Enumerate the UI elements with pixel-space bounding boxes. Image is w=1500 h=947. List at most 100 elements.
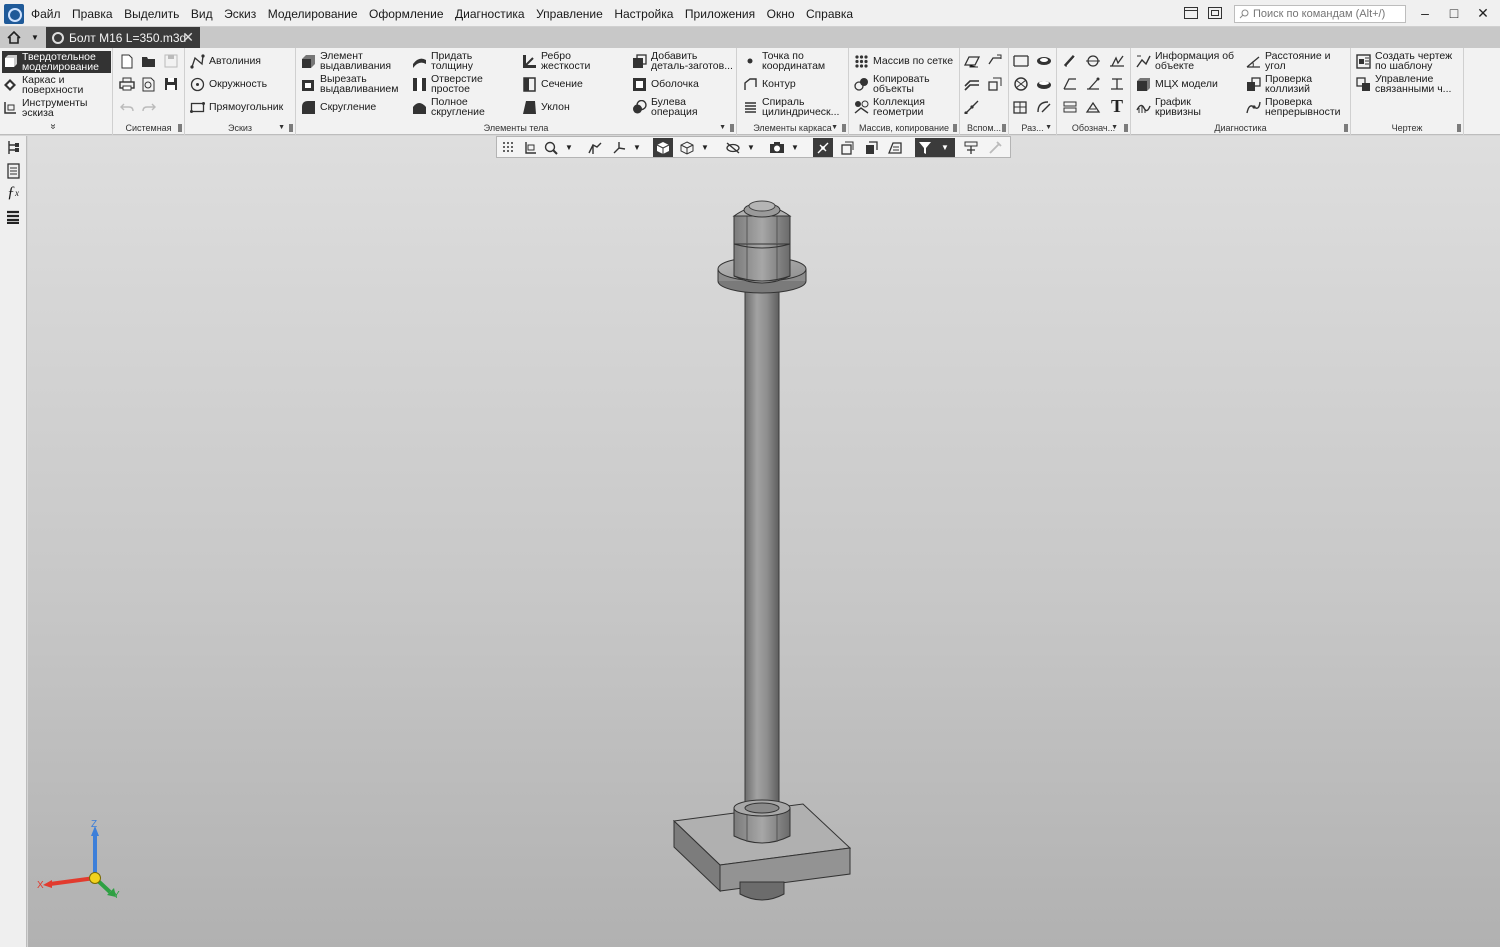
- maximize-button[interactable]: □: [1443, 4, 1465, 22]
- group-label-frame[interactable]: Элементы каркаса ▼: [737, 122, 848, 134]
- save-disabled-icon[interactable]: [162, 52, 180, 70]
- copy-objects-button[interactable]: Копировать объекты: [853, 73, 930, 95]
- top-nut-lower[interactable]: [733, 243, 791, 284]
- tab-list-dropdown[interactable]: ▼: [28, 29, 42, 46]
- weld-mark-icon[interactable]: [1084, 98, 1102, 116]
- menu-window[interactable]: Окно: [767, 7, 795, 21]
- variables-fx-icon[interactable]: ƒx: [4, 184, 22, 202]
- auto-size-icon[interactable]: [1012, 98, 1030, 116]
- linear-size-icon[interactable]: [1012, 52, 1030, 70]
- preview-icon[interactable]: [140, 75, 158, 93]
- print-icon[interactable]: [118, 75, 136, 93]
- mode-solid-modeling[interactable]: Твердотельное моделирование: [2, 51, 111, 73]
- menu-help[interactable]: Справка: [806, 7, 853, 21]
- text-tool-icon[interactable]: T: [1108, 96, 1126, 116]
- axis-line-icon[interactable]: [1084, 52, 1102, 70]
- cut-extrude-button[interactable]: Вырезать выдавливанием: [300, 73, 398, 95]
- group-label-notation[interactable]: Обознач... ▼: [1057, 122, 1130, 134]
- model-tree-icon[interactable]: [4, 139, 22, 157]
- close-button[interactable]: ✕: [1472, 4, 1494, 22]
- position-mark-icon[interactable]: [1084, 75, 1102, 93]
- roughness-icon[interactable]: [1108, 52, 1126, 70]
- collision-check-button[interactable]: Проверка коллизий: [1245, 73, 1312, 95]
- 3d-viewport[interactable]: ▼ ▼ ▼ ▼ ▼ ▼ Z X Y: [28, 136, 1500, 947]
- continuity-check-button[interactable]: Проверка непрерывности: [1245, 96, 1341, 118]
- arc-size-icon[interactable]: [1035, 98, 1053, 116]
- aux-cs-icon[interactable]: [986, 75, 1004, 93]
- menu-design[interactable]: Оформление: [369, 7, 443, 21]
- create-drawing-button[interactable]: Создать чертеж по шаблону: [1355, 50, 1452, 72]
- menu-sketch[interactable]: Эскиз: [224, 7, 256, 21]
- properties-icon[interactable]: [4, 162, 22, 180]
- fillet-button[interactable]: Скругление: [300, 96, 376, 118]
- contour-button[interactable]: Контур: [742, 73, 796, 95]
- menu-diagnostics[interactable]: Диагностика: [455, 7, 525, 21]
- angular-size-icon[interactable]: [1035, 75, 1053, 93]
- layout-window-icon[interactable]: [1180, 4, 1202, 22]
- grid-array-button[interactable]: Массив по сетке: [853, 50, 953, 72]
- new-file-icon[interactable]: [118, 52, 136, 70]
- rib-button[interactable]: Ребро жесткости: [521, 50, 590, 72]
- boolean-button[interactable]: Булева операция: [631, 96, 698, 118]
- menu-view[interactable]: Вид: [191, 7, 213, 21]
- command-search-input[interactable]: [1253, 8, 1403, 20]
- add-blank-part-button[interactable]: Добавить деталь-заготов...: [631, 50, 733, 72]
- leader-line-icon[interactable]: [1061, 75, 1079, 93]
- menu-edit[interactable]: Правка: [72, 7, 113, 21]
- screenshot-window-icon[interactable]: [1204, 4, 1226, 22]
- save-icon[interactable]: [162, 75, 180, 93]
- linked-drawings-button[interactable]: Управление связанными ч...: [1355, 73, 1451, 95]
- aux-plane-icon[interactable]: [963, 52, 981, 70]
- threaded-rod[interactable]: [744, 285, 780, 812]
- home-button[interactable]: [3, 29, 25, 46]
- under-plate-nut[interactable]: [739, 881, 785, 901]
- bolt-tip-top[interactable]: [743, 200, 781, 218]
- menu-management[interactable]: Управление: [536, 7, 603, 21]
- bolt-model[interactable]: Z X Y: [28, 136, 1500, 947]
- group-label-sizes[interactable]: Раз... ▼: [1009, 122, 1056, 134]
- thicken-button[interactable]: Придать толщину: [411, 50, 473, 72]
- menu-modeling[interactable]: Моделирование: [268, 7, 358, 21]
- object-info-button[interactable]: Информация об объекте: [1135, 50, 1234, 72]
- tolerance-icon[interactable]: [1061, 98, 1079, 116]
- mass-properties-button[interactable]: МЦХ модели: [1135, 73, 1218, 95]
- menu-settings[interactable]: Настройка: [614, 7, 673, 21]
- command-search[interactable]: [1234, 5, 1406, 23]
- section-button[interactable]: Сечение: [521, 73, 583, 95]
- mode-sketch-tools[interactable]: Инструменты эскиза: [2, 97, 111, 119]
- group-label-sketch[interactable]: Эскиз ▼: [185, 122, 295, 134]
- document-tab[interactable]: Болт М16 L=350.m3d ✕: [46, 27, 200, 48]
- curvature-graph-button[interactable]: График кривизны: [1135, 96, 1201, 118]
- geometry-collection-button[interactable]: Коллекция геометрии: [853, 96, 925, 118]
- circle-button[interactable]: Окружность: [189, 73, 267, 95]
- extrude-button[interactable]: Элемент выдавливания: [300, 50, 391, 72]
- group-label-body[interactable]: Элементы тела ▼: [296, 122, 736, 134]
- aux-offset-plane-icon[interactable]: [986, 52, 1004, 70]
- rectangle-button[interactable]: Прямоугольник: [189, 96, 283, 118]
- radial-size-icon[interactable]: [1012, 75, 1030, 93]
- layers-list-icon[interactable]: [4, 208, 22, 226]
- menu-file[interactable]: Файл: [31, 7, 61, 21]
- diameter-size-icon[interactable]: [1035, 52, 1053, 70]
- undo-icon[interactable]: [118, 98, 136, 116]
- aux-line-icon[interactable]: [963, 98, 981, 116]
- aux-axis-icon[interactable]: [963, 75, 981, 93]
- bottom-nut[interactable]: [733, 799, 791, 844]
- redo-icon[interactable]: [140, 98, 158, 116]
- app-logo-icon[interactable]: [4, 4, 24, 24]
- draft-button[interactable]: Уклон: [521, 96, 570, 118]
- shell-button[interactable]: Оболочка: [631, 73, 699, 95]
- menu-select[interactable]: Выделить: [124, 7, 179, 21]
- minimize-button[interactable]: –: [1414, 4, 1436, 22]
- base-mark-icon[interactable]: [1108, 75, 1126, 93]
- open-folder-icon[interactable]: [140, 52, 158, 70]
- expand-modes-button[interactable]: »: [47, 124, 58, 130]
- distance-angle-button[interactable]: Расстояние и угол: [1245, 50, 1331, 72]
- point-by-coords-button[interactable]: Точка по координатам: [742, 50, 825, 72]
- full-fillet-button[interactable]: Полное скругление: [411, 96, 485, 118]
- thread-notation-icon[interactable]: [1061, 52, 1079, 70]
- cylindrical-spiral-button[interactable]: Спираль цилиндрическ...: [742, 96, 839, 118]
- mode-surfaces[interactable]: Каркас и поверхности: [2, 74, 111, 96]
- close-tab-icon[interactable]: ✕: [182, 29, 194, 46]
- simple-hole-button[interactable]: Отверстие простое: [411, 73, 483, 95]
